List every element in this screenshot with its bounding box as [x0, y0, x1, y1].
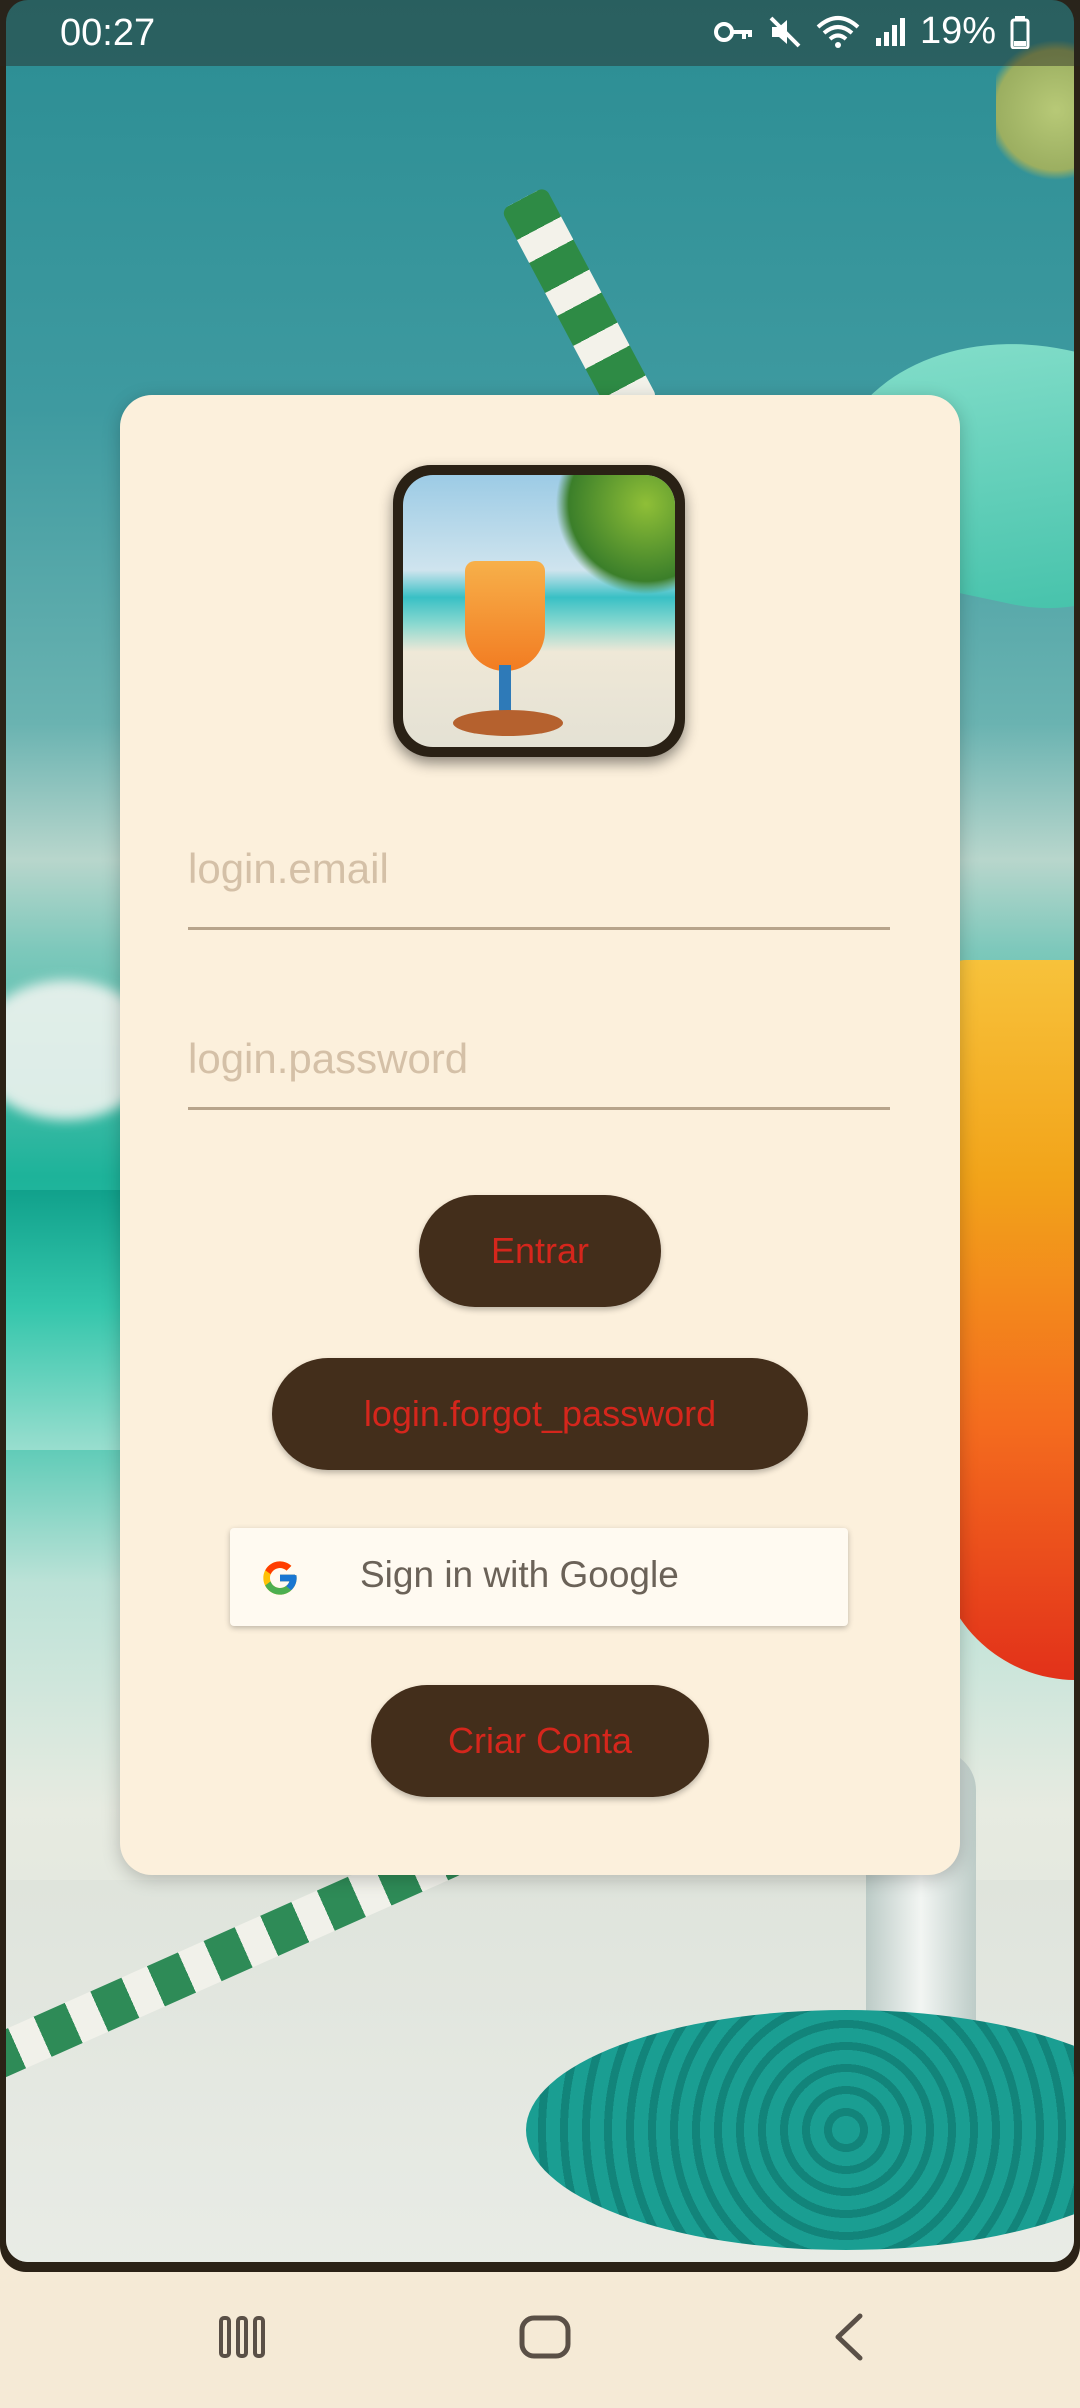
- signal-icon: [875, 17, 905, 46]
- battery-icon: [1010, 15, 1030, 49]
- google-icon: [263, 1561, 297, 1595]
- enter-button[interactable]: Entrar: [419, 1195, 661, 1307]
- google-sign-in-button[interactable]: Sign in with Google: [230, 1528, 848, 1626]
- mute-icon: [769, 16, 801, 47]
- login-card: Entrar login.forgot_password Sign in wit…: [120, 395, 960, 1875]
- palm-leaf-icon: [555, 475, 675, 595]
- cocktail-base-icon: [453, 710, 563, 736]
- status-bar: 00:27 19%: [0, 0, 1080, 66]
- password-input[interactable]: [188, 1035, 890, 1083]
- wifi-icon: [816, 15, 860, 48]
- recents-icon[interactable]: [218, 2312, 266, 2362]
- google-sign-in-label: Sign in with Google: [360, 1554, 679, 1595]
- back-icon[interactable]: [828, 2312, 868, 2362]
- status-time: 00:27: [60, 12, 156, 54]
- home-icon[interactable]: [518, 2312, 572, 2362]
- navigation-bar: [0, 2272, 1080, 2408]
- cocktail-stem-icon: [499, 665, 511, 715]
- cocktail-icon: [465, 561, 545, 671]
- battery-percentage: 19%: [919, 10, 996, 52]
- status-icons: 19%: [713, 10, 1030, 53]
- logo-image: [403, 475, 675, 747]
- app-logo: [393, 465, 685, 757]
- forgot-password-button[interactable]: login.forgot_password: [272, 1358, 808, 1470]
- email-field[interactable]: [188, 845, 890, 930]
- key-icon: [713, 21, 752, 42]
- screen: 00:27 19% login.email Entrar login.forgo…: [0, 0, 1080, 2272]
- create-account-button[interactable]: Criar Conta: [371, 1685, 709, 1797]
- straw-decoration: [501, 186, 658, 422]
- password-field[interactable]: [188, 1035, 890, 1110]
- email-input[interactable]: [188, 845, 890, 893]
